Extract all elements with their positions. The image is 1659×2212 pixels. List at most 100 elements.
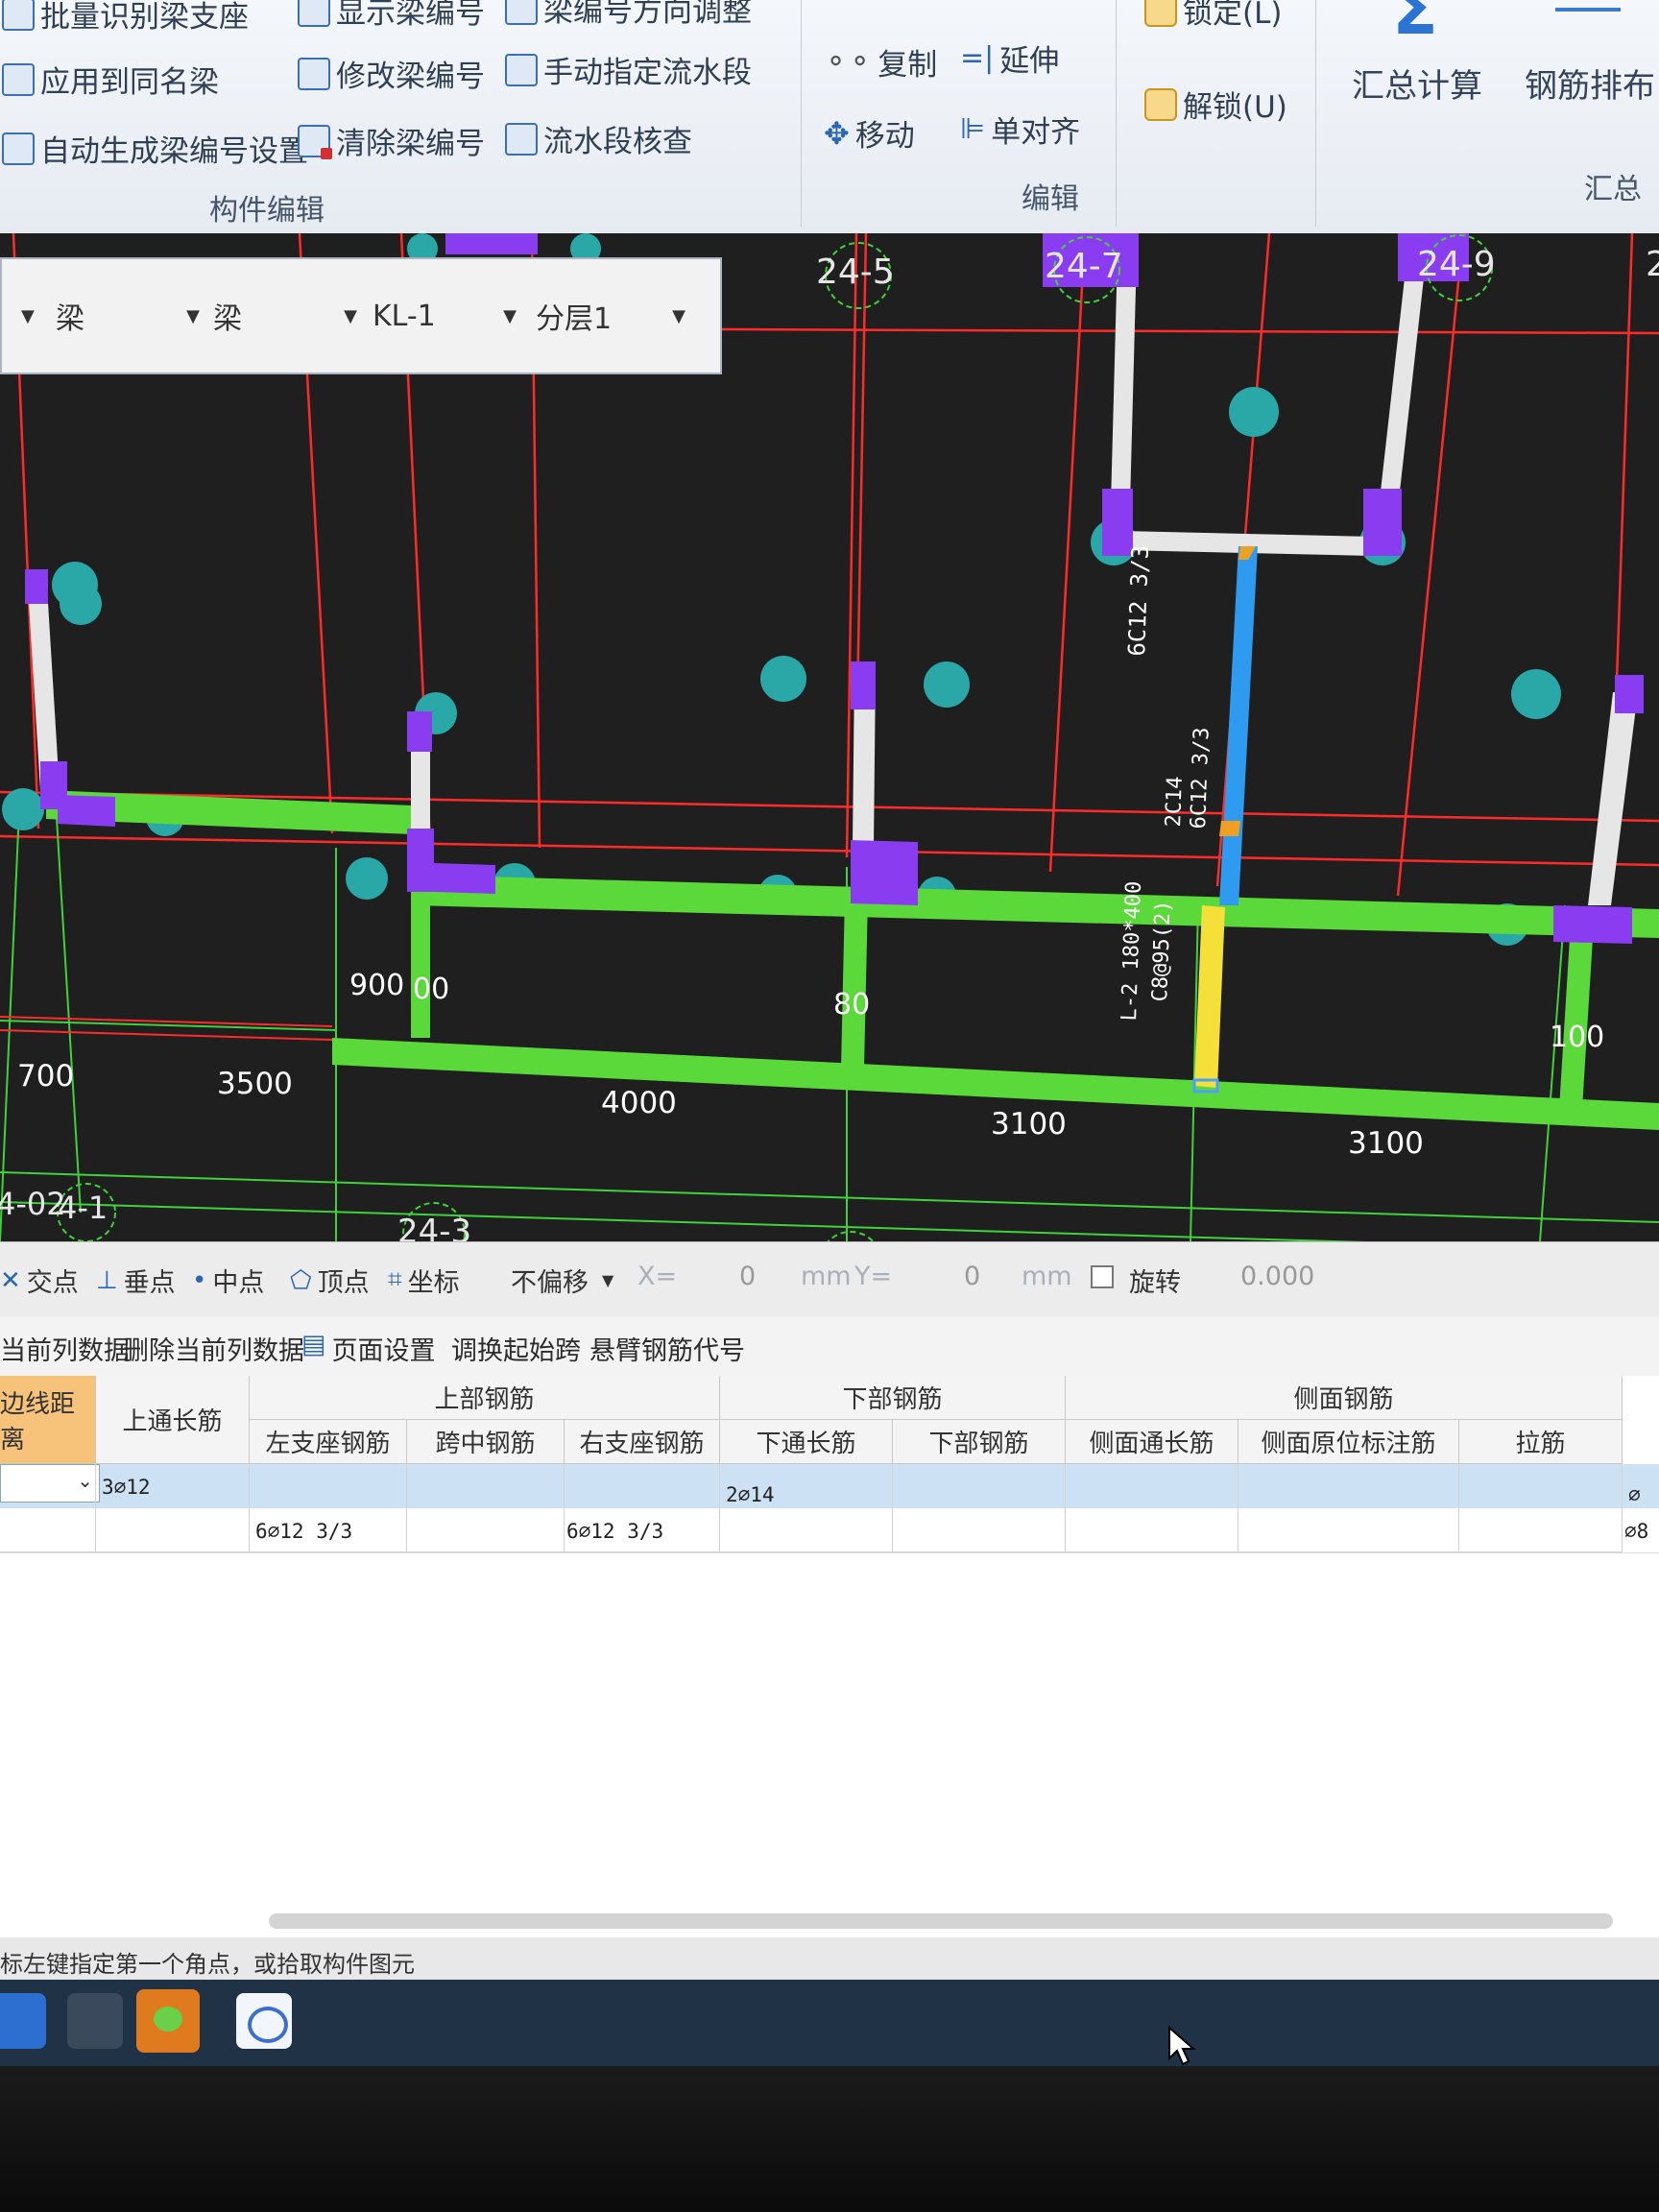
coordinate-icon: ⌗ bbox=[388, 1265, 402, 1294]
calc-total-button[interactable]: 汇总计算 bbox=[1352, 60, 1482, 107]
component-selector-bar: ▼ 梁 ▼ 梁 ▼ KL-1 ▼ 分层1 ▼ bbox=[0, 257, 722, 374]
col-header-bottom-rebar[interactable]: 下部钢筋 bbox=[893, 1420, 1066, 1464]
modify-number-icon bbox=[298, 57, 330, 90]
col-header-top-through[interactable]: 上通长筋 bbox=[96, 1376, 250, 1464]
axis-label: 24-5 bbox=[816, 252, 895, 292]
col-header-left-support[interactable]: 左支座钢筋 bbox=[250, 1420, 407, 1464]
glodon-app-icon[interactable] bbox=[236, 1993, 292, 2049]
dropdown-arrow-icon: ▼ bbox=[503, 305, 517, 326]
monitor-bezel bbox=[0, 2066, 1659, 2212]
snap-intersection-toggle[interactable]: ✕ 交点 bbox=[0, 1262, 79, 1299]
snap-perpendicular-toggle[interactable]: ⊥ 垂点 bbox=[96, 1262, 176, 1299]
ribbon-separator bbox=[801, 0, 802, 227]
offset-mode-select[interactable]: 不偏移 ▼ bbox=[511, 1262, 613, 1299]
component-type-select[interactable]: 梁 ▼ bbox=[56, 294, 200, 338]
computer-icon[interactable] bbox=[67, 1993, 123, 2049]
beam-annotation: 2C14 bbox=[1162, 776, 1188, 828]
page-settings-button[interactable]: ▤ 页面设置 bbox=[301, 1330, 436, 1367]
cell-border bbox=[565, 1464, 720, 1552]
col-header-side-original[interactable]: 侧面原位标注筋 bbox=[1238, 1420, 1459, 1464]
snap-vertex-toggle[interactable]: ⬠ 顶点 bbox=[290, 1262, 370, 1299]
beam-annotation: 6C12 3/3 bbox=[1187, 727, 1214, 830]
col-header-right-support[interactable]: 右支座钢筋 bbox=[565, 1420, 720, 1464]
cell-tie-bar[interactable]: ⌀8 bbox=[1624, 1520, 1648, 1543]
col-header-side-through[interactable]: 侧面通长筋 bbox=[1066, 1420, 1238, 1464]
show-beam-number-button[interactable]: 显示梁编号 bbox=[298, 0, 485, 32]
swap-start-span-button[interactable]: 调换起始跨 bbox=[451, 1330, 581, 1367]
clear-beam-number-button[interactable]: 清除梁编号 bbox=[298, 119, 485, 162]
dimension-label: 00 bbox=[413, 973, 450, 1006]
apply-same-name-beam-button[interactable]: 应用到同名梁 bbox=[2, 58, 219, 101]
rotate-checkbox[interactable] bbox=[1091, 1265, 1114, 1288]
batch-identify-beam-support-button[interactable]: 批量识别梁支座 bbox=[2, 0, 249, 36]
modify-beam-number-button[interactable]: 修改梁编号 bbox=[298, 52, 485, 95]
y-label: Y= bbox=[854, 1262, 893, 1291]
clear-number-icon bbox=[298, 124, 332, 159]
manual-flow-segment-button[interactable]: 手动指定流水段 bbox=[505, 48, 752, 91]
col-group-header-top-rebar: 上部钢筋 bbox=[250, 1376, 720, 1420]
wechat-icon[interactable] bbox=[136, 1989, 200, 2053]
adjust-beam-number-direction-button[interactable]: 梁编号方向调整 bbox=[505, 0, 752, 30]
single-align-button[interactable]: ⊫ 单对齐 bbox=[960, 108, 1080, 151]
snap-midpoint-toggle[interactable]: • 中点 bbox=[192, 1262, 264, 1299]
y-coordinate-input[interactable]: 0 bbox=[964, 1262, 980, 1291]
dimension-label: 700 bbox=[17, 1059, 75, 1094]
flow-segment-check-button[interactable]: 流水段核查 bbox=[505, 117, 692, 160]
cell-tie-bar[interactable]: ⌀ bbox=[1628, 1483, 1641, 1506]
component-subtype-select[interactable]: 梁 ▼ bbox=[213, 294, 357, 338]
move-button[interactable]: ✥ 移动 bbox=[824, 111, 915, 155]
yellow-beam bbox=[1194, 905, 1225, 1088]
layer-select[interactable]: 分层1 ▼ bbox=[536, 294, 685, 338]
component-name-select[interactable]: KL-1 ▼ bbox=[373, 294, 517, 338]
dimension-label: 80 bbox=[833, 988, 871, 1022]
col-header-mid-span[interactable]: 跨中钢筋 bbox=[407, 1420, 565, 1464]
midpoint-icon: • bbox=[192, 1265, 207, 1295]
rotate-label: 旋转 bbox=[1129, 1268, 1181, 1298]
page-settings-icon: ▤ bbox=[301, 1330, 326, 1359]
cell-border bbox=[407, 1464, 565, 1552]
blue-beam bbox=[1219, 546, 1258, 905]
cell-border bbox=[1459, 1464, 1623, 1552]
beam-annotation: 6C12 3/3 bbox=[1123, 544, 1155, 657]
unlock-button[interactable]: 解锁(U) bbox=[1144, 83, 1287, 126]
horizontal-scrollbar[interactable] bbox=[269, 1913, 1613, 1929]
dimension-label: 4000 bbox=[601, 1086, 677, 1120]
cell-border bbox=[1066, 1464, 1238, 1552]
mouse-cursor-icon bbox=[1168, 2026, 1196, 2066]
flow-segment-icon bbox=[505, 53, 538, 86]
rebar-layout-icon bbox=[1555, 8, 1621, 12]
dropdown-arrow-icon: ▼ bbox=[602, 1271, 614, 1289]
cantilever-rebar-code-button[interactable]: 悬臂钢筋代号 bbox=[589, 1330, 745, 1367]
dimension-label: 3100 bbox=[1348, 1126, 1424, 1161]
x-coordinate-input[interactable]: 0 bbox=[739, 1262, 756, 1291]
drawing-canvas[interactable]: 24-5 24-7 24-9 2 4-02 4-1 24-3 24-6 24-8… bbox=[0, 233, 1659, 1318]
floor-select[interactable]: ▼ bbox=[8, 294, 35, 338]
auto-beam-number-settings-button[interactable]: 自动生成梁编号设置 bbox=[2, 127, 308, 170]
beam-stirrup-label: C8@95(2) bbox=[1148, 900, 1176, 1002]
app-icon[interactable] bbox=[0, 1993, 46, 2049]
copy-button[interactable]: ⚬⚬ 复制 bbox=[824, 40, 937, 84]
insert-column-button[interactable]: 当前列数据 bbox=[0, 1330, 130, 1367]
rebar-layout-button[interactable]: 钢筋排布 bbox=[1525, 60, 1655, 107]
taskbar bbox=[0, 1980, 1659, 2066]
vertex-icon: ⬠ bbox=[290, 1265, 312, 1295]
x-label: X= bbox=[637, 1262, 678, 1291]
apply-icon bbox=[2, 62, 35, 96]
perpendicular-icon: ⊥ bbox=[96, 1265, 118, 1295]
col-header-edge-distance[interactable]: 边线距离 bbox=[0, 1376, 96, 1464]
group-label-edit: 编辑 bbox=[1022, 182, 1079, 216]
status-bar: 标左键指定第一个角点，或拾取构件图元 bbox=[0, 1937, 1659, 1980]
axis-label: 4-02 bbox=[0, 1186, 66, 1222]
direction-icon bbox=[505, 0, 538, 25]
col-header-tie-bar[interactable]: 拉筋 bbox=[1459, 1420, 1623, 1464]
ribbon-separator bbox=[1315, 0, 1316, 227]
lock-button[interactable]: 锁定(L) bbox=[1144, 0, 1282, 32]
cell-border bbox=[250, 1464, 407, 1552]
extend-icon: =| bbox=[960, 41, 995, 75]
extend-button[interactable]: =| 延伸 bbox=[960, 36, 1059, 80]
rotate-angle-input[interactable]: 0.000 bbox=[1240, 1262, 1314, 1291]
check-icon bbox=[505, 122, 538, 156]
col-header-bottom-through[interactable]: 下通长筋 bbox=[720, 1420, 893, 1464]
snap-coordinate-toggle[interactable]: ⌗ 坐标 bbox=[388, 1262, 460, 1299]
delete-column-button[interactable]: 删除当前列数据 bbox=[123, 1330, 304, 1367]
